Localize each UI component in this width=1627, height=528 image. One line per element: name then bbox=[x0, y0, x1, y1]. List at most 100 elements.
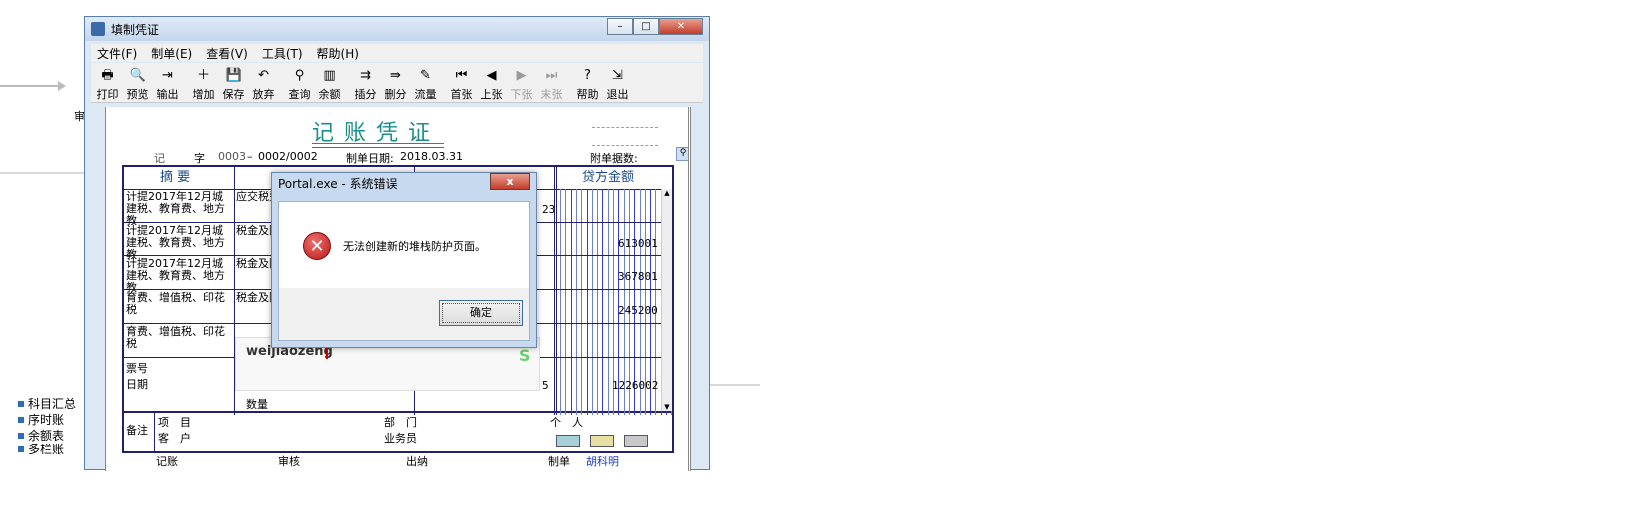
dialog-close-button[interactable]: x bbox=[490, 173, 530, 190]
toolbar-button-next-page[interactable]: ▶ 下张 bbox=[507, 64, 536, 102]
minimize-button[interactable]: – bbox=[607, 18, 633, 35]
audit-label: 审核 bbox=[278, 455, 300, 468]
flow-arrow bbox=[0, 81, 66, 91]
toolbar-button-add[interactable]: ＋ 增加 bbox=[189, 64, 218, 102]
toolbar-label: 插分 bbox=[354, 88, 377, 101]
cashier-label: 出纳 bbox=[406, 455, 428, 468]
card-icon[interactable] bbox=[624, 435, 648, 447]
toolbar-button-delete-line[interactable]: ⇛ 删分 bbox=[381, 64, 410, 102]
toolbar-button-insert-line[interactable]: ⇉ 插分 bbox=[351, 64, 380, 102]
row-credit[interactable]: 367801 bbox=[618, 270, 658, 283]
maker-label: 制单 bbox=[548, 455, 570, 468]
toolbar-button-printer[interactable]: 🖶 打印 bbox=[93, 64, 122, 102]
ticket-label: 票号 bbox=[126, 362, 148, 375]
export-icon: ⇥ bbox=[162, 68, 173, 83]
toolbar-button-previous-page[interactable]: ◀ 上张 bbox=[477, 64, 506, 102]
menu-view[interactable]: 查看(V) bbox=[206, 45, 248, 62]
toolbar-button-last-page[interactable]: ⏭ 末张 bbox=[537, 64, 566, 102]
nav-item[interactable]: 余额表 bbox=[18, 428, 88, 444]
voucher-type[interactable]: 记 bbox=[154, 150, 165, 166]
summary-header: 摘 要 bbox=[160, 170, 191, 185]
toolbar-label: 删分 bbox=[384, 88, 407, 101]
bullet-icon bbox=[18, 446, 24, 452]
nav-item[interactable]: 科目汇总 bbox=[18, 396, 88, 412]
row-debit[interactable]: 23 bbox=[542, 203, 555, 216]
toolbar-button-first-page[interactable]: ⏮ 首张 bbox=[447, 64, 476, 102]
row-summary[interactable]: 育费、增值税、印花税 bbox=[126, 292, 232, 316]
toolbar-label: 下张 bbox=[510, 88, 533, 101]
toolbar: 🖶 打印 🔍 预览 ⇥ 输出 ＋ 增加 💾 保存 ↶ 放弃 ⚲ 查询 ▥ 余额 ⇉ 插分 ⇛ 删分 ✎ 流量 ⏮ 首张 ◀ 上张 ▶… bbox=[91, 63, 703, 103]
window-titlebar[interactable]: 填制凭证 – □ ✕ bbox=[85, 17, 709, 41]
toolbar-button-help[interactable]: ? 帮助 bbox=[573, 64, 602, 102]
bullet-icon bbox=[18, 417, 24, 423]
first-page-icon: ⏮ bbox=[455, 68, 468, 83]
date-row-label: 日期 bbox=[126, 378, 148, 391]
error-dialog: Portal.exe - 系统错误 x ✕ 无法创建新的堆栈防护页面。 确定 bbox=[271, 172, 537, 348]
scroll-down-icon[interactable]: ▼ bbox=[662, 403, 672, 411]
toolbar-button-binoculars[interactable]: ⚲ 查询 bbox=[285, 64, 314, 102]
credit-header: 贷方金额 bbox=[582, 170, 635, 185]
toolbar-button-undo[interactable]: ↶ 放弃 bbox=[249, 64, 278, 102]
toolbar-label: 帮助 bbox=[576, 88, 599, 101]
col-divider bbox=[556, 167, 557, 415]
toolbar-button-export[interactable]: ⇥ 输出 bbox=[153, 64, 182, 102]
date-label: 制单日期: bbox=[346, 152, 394, 165]
toolbar-label: 查询 bbox=[288, 88, 311, 101]
divider bbox=[0, 172, 84, 174]
notes-section: 备注 项 目 客 户 部 门 业务员 个 人 bbox=[122, 413, 674, 453]
next-page-icon: ▶ bbox=[516, 68, 527, 83]
card-icon[interactable] bbox=[590, 435, 614, 447]
divider bbox=[710, 384, 760, 386]
row-summary[interactable]: 计提2017年12月城建税、教育费、地方教 bbox=[126, 258, 232, 294]
toolbar-label: 输出 bbox=[156, 88, 179, 101]
error-icon: ✕ bbox=[303, 232, 331, 260]
toolbar-button-cashflow[interactable]: ✎ 流量 bbox=[411, 64, 440, 102]
attach-label: 附单据数: bbox=[590, 152, 638, 165]
row-summary[interactable]: 计提2017年12月城建税、教育费、地方教 bbox=[126, 191, 232, 227]
undo-icon: ↶ bbox=[258, 68, 269, 83]
menu-help[interactable]: 帮助(H) bbox=[317, 45, 359, 62]
project-label[interactable]: 项 目 bbox=[158, 417, 191, 429]
grid-scrollbar[interactable]: ▲ ▼ bbox=[661, 189, 672, 411]
card-icon[interactable] bbox=[556, 435, 580, 447]
toolbar-button-exit[interactable]: ⇲ 退出 bbox=[603, 64, 632, 102]
insert-line-icon: ⇉ bbox=[360, 68, 371, 83]
toolbar-button-preview[interactable]: 🔍 预览 bbox=[123, 64, 152, 102]
row-summary[interactable]: 育费、增值税、印花税 bbox=[126, 326, 232, 350]
toolbar-label: 放弃 bbox=[252, 88, 275, 101]
menu-tools[interactable]: 工具(T) bbox=[262, 45, 303, 62]
dialog-body: ✕ 无法创建新的堆栈防护页面。 确定 bbox=[278, 201, 530, 341]
bullet-icon bbox=[18, 433, 24, 439]
error-message: 无法创建新的堆栈防护页面。 bbox=[343, 240, 486, 253]
voucher-number[interactable]: 0003 bbox=[218, 150, 246, 163]
attachment-search-icon[interactable]: ⚲ bbox=[676, 147, 688, 161]
row-summary[interactable]: 计提2017年12月城建税、教育费、地方教 bbox=[126, 225, 232, 261]
dept-label[interactable]: 部 门 bbox=[384, 417, 417, 429]
voucher-date[interactable]: 2018.03.31 bbox=[400, 150, 463, 163]
notes-label: 备注 bbox=[126, 424, 148, 437]
dashed-line bbox=[592, 127, 658, 128]
menu-voucher[interactable]: 制单(E) bbox=[151, 45, 192, 62]
add-icon: ＋ bbox=[196, 68, 210, 83]
scroll-up-icon[interactable]: ▲ bbox=[662, 189, 672, 197]
salesman-label[interactable]: 业务员 bbox=[384, 433, 417, 445]
row-credit[interactable]: 245200 bbox=[618, 304, 658, 317]
close-button[interactable]: ✕ bbox=[659, 18, 703, 35]
ok-button[interactable]: 确定 bbox=[439, 300, 523, 326]
number-dash: – bbox=[247, 150, 253, 163]
nav-item[interactable]: 序时账 bbox=[18, 412, 88, 428]
total-credit: 1226002 bbox=[612, 379, 659, 392]
nav-item[interactable]: 多栏账 bbox=[18, 444, 88, 454]
window-title: 填制凭证 bbox=[111, 22, 160, 37]
row-credit[interactable]: 613001 bbox=[618, 237, 658, 250]
maximize-button[interactable]: □ bbox=[633, 18, 659, 35]
toolbar-button-balance-chart[interactable]: ▥ 余额 bbox=[315, 64, 344, 102]
toolbar-label: 打印 bbox=[96, 88, 119, 101]
menu-file[interactable]: 文件(F) bbox=[97, 45, 137, 62]
person-label[interactable]: 个 人 bbox=[550, 417, 583, 429]
quantity-label: 数量 bbox=[246, 398, 268, 411]
col-divider bbox=[154, 413, 155, 451]
toolbar-label: 保存 bbox=[222, 88, 245, 101]
customer-label[interactable]: 客 户 bbox=[158, 433, 191, 445]
toolbar-button-save[interactable]: 💾 保存 bbox=[219, 64, 248, 102]
